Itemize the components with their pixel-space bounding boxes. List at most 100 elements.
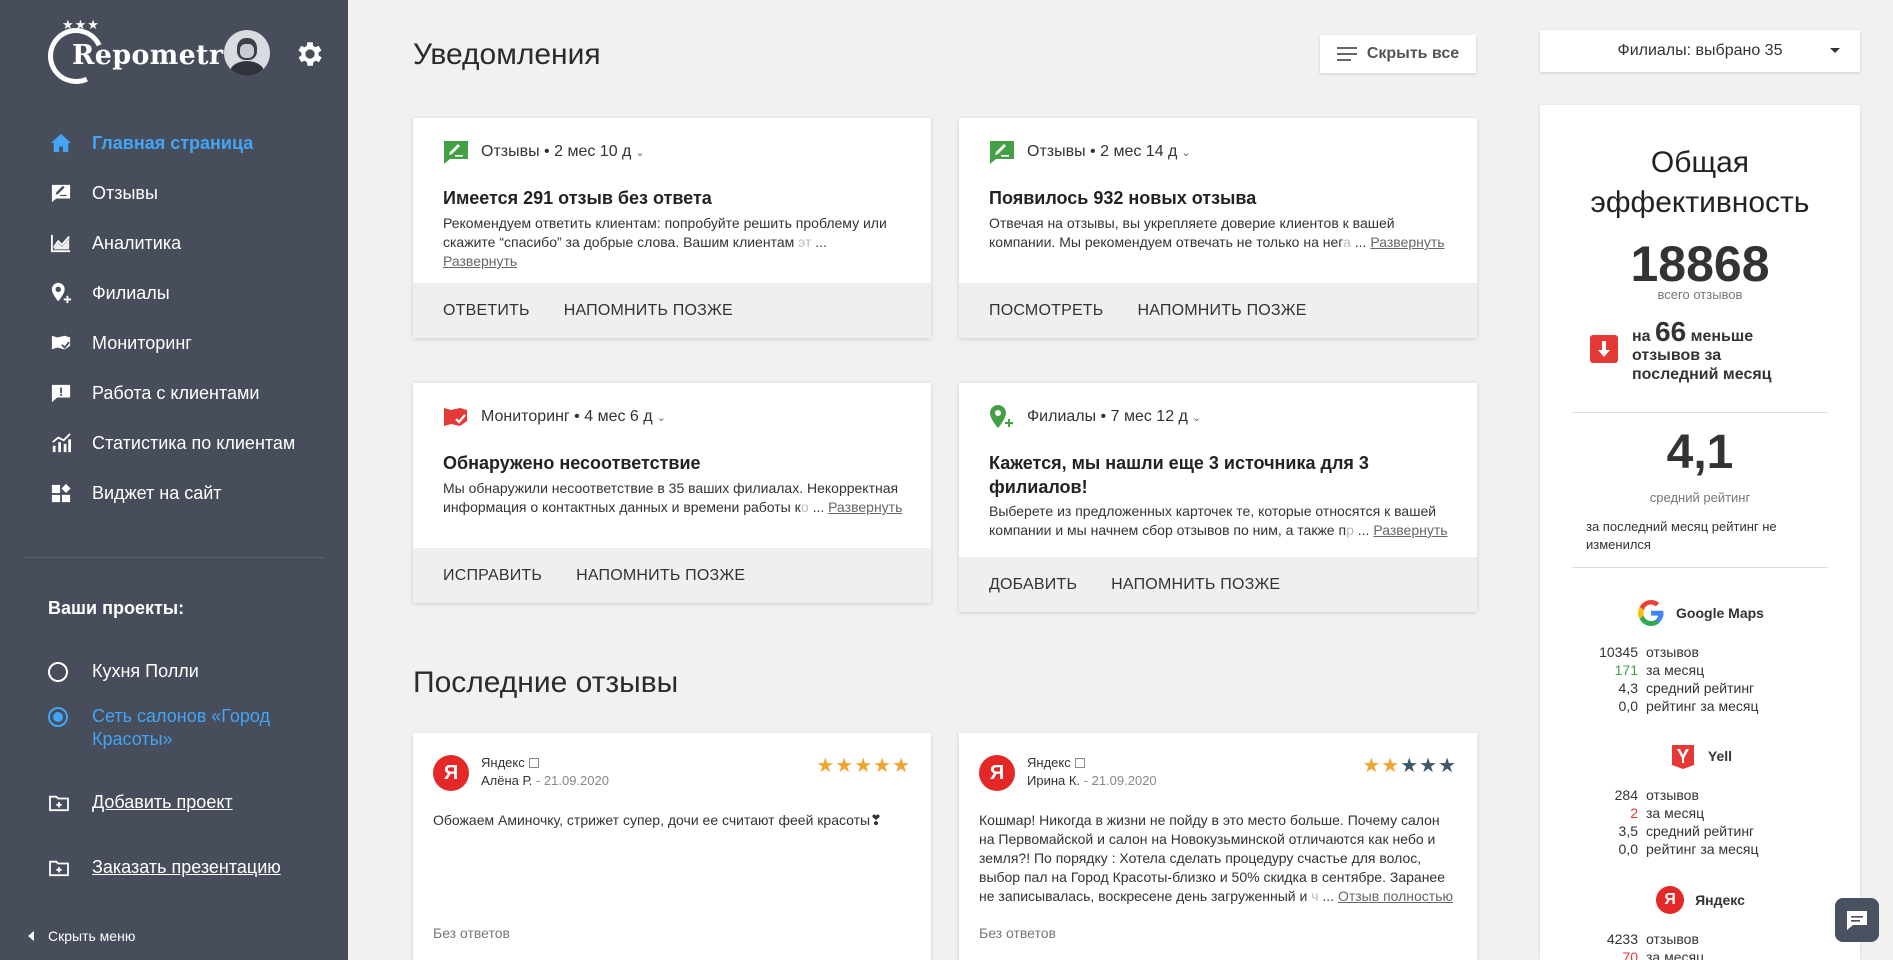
expand-link[interactable]: Развернуть [828,499,902,515]
source-stat-row: 284 отзывов [1614,787,1699,803]
chevron-down-icon: ⌄ [1181,146,1191,159]
total-reviews-label: всего отзывов [1657,287,1743,302]
avg-rating-value: 4,1 [1666,426,1734,479]
hide-menu-button[interactable]: Скрыть меню [28,928,135,944]
remind-later-button[interactable]: НАПОМНИТЬ ПОЗЖЕ [576,567,745,585]
nav-item-label: Главная страница [92,132,254,153]
expand-link[interactable]: Развернуть [443,253,517,269]
nav-item-label: Статистика по клиентам [92,432,296,453]
logo-text: Repometr [72,40,224,71]
rating-note: за последний месяц рейтинг не изменился [1586,519,1777,552]
source-stat-row: 10345 отзывов [1599,644,1699,660]
order-presentation-link[interactable]: Заказать презентацию [48,857,281,878]
chat-icon [1847,911,1867,930]
external-link-icon [1074,758,1085,768]
nav-item-widget[interactable]: Виджет на сайт [48,478,222,508]
nav-item-reviews[interactable]: Отзывы [48,178,158,208]
monitoring-map-icon [444,408,467,426]
clients-icon [48,381,74,405]
remind-later-button[interactable]: НАПОМНИТЬ ПОЗЖЕ [1137,302,1306,320]
source-yell: Yell [1540,741,1860,771]
source-stat-row: 4233 отзывов [1606,931,1699,947]
nav-item-label: Филиалы [92,282,170,303]
hide-all-button[interactable]: Скрыть все [1320,35,1476,73]
sidebar: ★★★ Repometr Главная страница Отзывы Ана… [0,0,348,960]
repometr-logo[interactable]: ★★★ Repometr [40,18,223,92]
remind-later-button[interactable]: НАПОМНИТЬ ПОЗЖЕ [1111,576,1280,594]
review-source[interactable]: Яндекс [1027,755,1085,770]
card-description: Мы обнаружили несоответствие в 35 ваших … [443,480,903,515]
review-date: - 21.09.2020 [1080,773,1157,788]
yandex-logo-icon: Я [979,755,1015,791]
card-actions: ОТВЕТИТЬ НАПОМНИТЬ ПОЗЖЕ [413,283,931,338]
stats-icon [48,431,74,455]
card-title: Кажется, мы нашли еще 3 источника для 3 … [989,453,1369,497]
review-text: Обожаем Аминочку, стрижет супер, дочи ее… [433,812,882,828]
notifications-title: Уведомления [413,38,601,71]
project-item-salons[interactable]: Сеть салонов «Город Красоты» [48,705,288,751]
reply-button[interactable]: ОТВЕТИТЬ [443,302,530,320]
card-description: Отвечая на отзывы, вы укрепляете доверие… [989,215,1445,250]
review-no-answers: Без ответов [979,925,1056,941]
google-icon [1636,598,1666,628]
project-item-kitchen[interactable]: Кухня Полли [48,660,199,683]
settings-gear-icon[interactable] [294,38,326,70]
notification-card: Отзывы • 2 мес 10 д ⌄ Имеется 291 отзыв … [413,118,931,338]
list-icon [1336,47,1357,61]
card-title: Появилось 932 новых отзыва [989,188,1257,208]
card-meta[interactable]: Мониторинг • 4 мес 6 д ⌄ [443,405,666,429]
fix-button[interactable]: ИСПРАВИТЬ [443,567,542,585]
user-avatar[interactable] [224,30,270,76]
card-meta[interactable]: Филиалы • 7 мес 12 д ⌄ [989,405,1201,429]
nav-item-label: Аналитика [92,232,182,253]
sidebar-divider [24,557,324,558]
source-stat-row: 70 за месяц [1622,949,1705,960]
review-edit-icon [444,141,468,164]
notification-card: Филиалы • 7 мес 12 д ⌄ Кажется, мы нашли… [959,383,1477,612]
add-button[interactable]: ДОБАВИТЬ [989,576,1077,594]
source-stat-row: 0,0 рейтинг за месяц [1618,698,1759,714]
card-meta[interactable]: Отзывы • 2 мес 10 д ⌄ [443,140,645,164]
add-project-label: Добавить проект [92,792,233,812]
expand-link[interactable]: Развернуть [1373,522,1447,538]
card-description: Выберете из предложенных карточек те, ко… [989,503,1448,538]
source-stat-row: 2 за месяц [1630,805,1705,821]
branch-select-label: Филиалы: выбрано 35 [1617,42,1783,59]
chevron-down-icon: ⌄ [1191,411,1202,424]
avg-rating-label: средний рейтинг [1649,490,1751,505]
source-stat-row: 4,3 средний рейтинг [1618,680,1755,696]
nav-item-analytics[interactable]: Аналитика [48,228,181,258]
project-label: Сеть салонов «Город Красоты» [92,706,270,749]
nav-item-clients[interactable]: Работа с клиентами [48,378,259,408]
yandex-logo-icon: Я [433,755,469,791]
view-button[interactable]: ПОСМОТРЕТЬ [989,302,1103,320]
add-project-link[interactable]: Добавить проект [48,792,233,813]
source-yandex: Я Яндекс [1540,885,1860,915]
review-author: Ирина К. - 21.09.2020 [1027,773,1157,788]
external-link-icon [528,758,539,768]
reviews-change: на 66 меньше отзывов за последний месяц [1632,316,1772,384]
card-actions: ПОСМОТРЕТЬ НАПОМНИТЬ ПОЗЖЕ [959,283,1477,338]
efficiency-title: Общая эффективность [1590,146,1810,219]
chat-button[interactable] [1835,898,1879,942]
review-source[interactable]: Яндекс [481,755,539,770]
branch-select-dropdown[interactable]: Филиалы: выбрано 35 [1540,30,1860,72]
expand-link[interactable]: Развернуть [1370,234,1444,250]
review-date: - 21.09.2020 [532,773,609,788]
reviews-icon [48,181,74,205]
card-actions: ДОБАВИТЬ НАПОМНИТЬ ПОЗЖЕ [959,557,1477,612]
nav-item-home[interactable]: Главная страница [48,128,253,158]
nav-item-monitoring[interactable]: Мониторинг [48,328,192,358]
full-review-link[interactable]: Отзыв полностью [1338,888,1453,904]
radio-icon[interactable] [48,662,68,682]
nav-item-client-stats[interactable]: Статистика по клиентам [48,428,295,458]
review-card: Я Яндекс Алёна Р. - 21.09.2020 ★★★★★ Обо… [413,733,931,960]
nav-item-label: Отзывы [92,182,158,203]
remind-later-button[interactable]: НАПОМНИТЬ ПОЗЖЕ [564,302,733,320]
review-edit-icon [990,141,1014,164]
source-stat-row: 171 за месяц [1614,662,1705,678]
nav-item-branches[interactable]: Филиалы [48,278,170,308]
notification-card: Мониторинг • 4 мес 6 д ⌄ Обнаружено несо… [413,383,931,603]
card-meta[interactable]: Отзывы • 2 мес 14 д ⌄ [989,140,1191,164]
radio-selected-icon[interactable] [48,707,68,727]
